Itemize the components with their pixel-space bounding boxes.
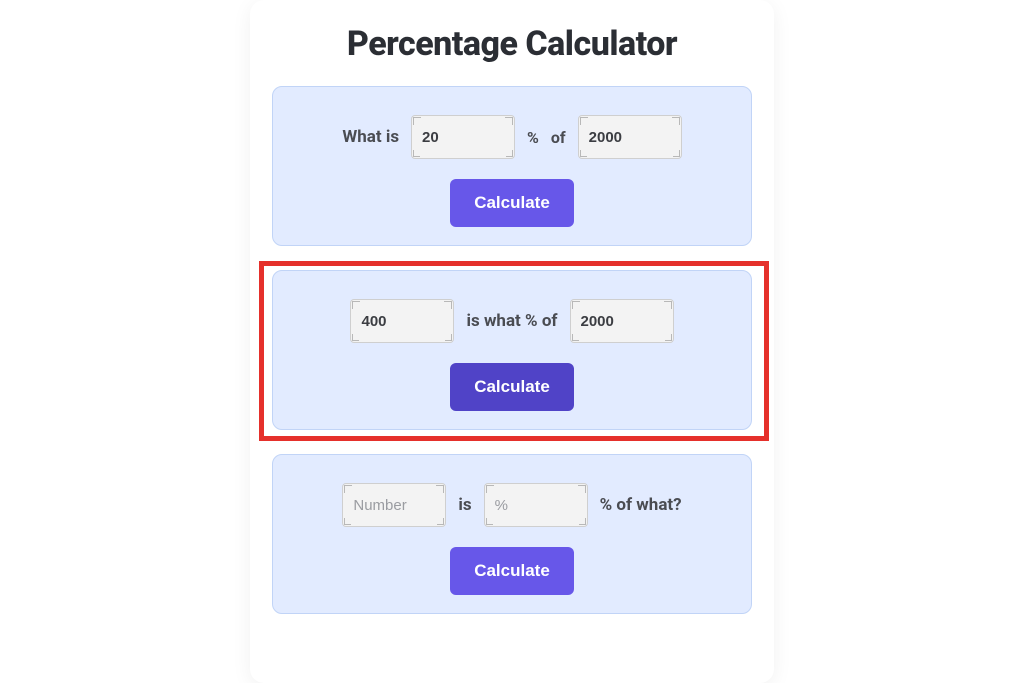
section-percent-of: What is % of Calculate (272, 86, 752, 246)
field-wrap (350, 299, 454, 343)
base-input[interactable] (578, 115, 682, 159)
button-row: Calculate (289, 179, 735, 227)
label-of: of (551, 128, 566, 147)
calculate-button[interactable]: Calculate (450, 363, 574, 411)
label-is: is (458, 495, 471, 515)
row-is-what-percent: is what % of (289, 299, 735, 343)
number-input[interactable] (342, 483, 446, 527)
calculate-button[interactable]: Calculate (450, 547, 574, 595)
field-wrap (411, 115, 515, 159)
percent-value-input[interactable] (484, 483, 588, 527)
page-title: Percentage Calculator (272, 24, 752, 64)
calculator-card: Percentage Calculator What is % of Calcu… (250, 0, 774, 683)
row-percent-of-what: is % of what? (289, 483, 735, 527)
field-wrap (578, 115, 682, 159)
section-percent-of-what: is % of what? Calculate (272, 454, 752, 614)
whole-input[interactable] (570, 299, 674, 343)
button-row: Calculate (289, 547, 735, 595)
field-wrap (342, 483, 446, 527)
label-what-is: What is (342, 127, 399, 147)
part-input[interactable] (350, 299, 454, 343)
field-wrap (484, 483, 588, 527)
label-percent-of-what: % of what? (600, 495, 682, 515)
label-percent-sign: % (527, 128, 539, 147)
button-row: Calculate (289, 363, 735, 411)
percent-input[interactable] (411, 115, 515, 159)
row-percent-of: What is % of (289, 115, 735, 159)
calculate-button[interactable]: Calculate (450, 179, 574, 227)
label-is-what-percent-of: is what % of (466, 311, 557, 331)
section-is-what-percent: is what % of Calculate (272, 270, 752, 430)
field-wrap (570, 299, 674, 343)
